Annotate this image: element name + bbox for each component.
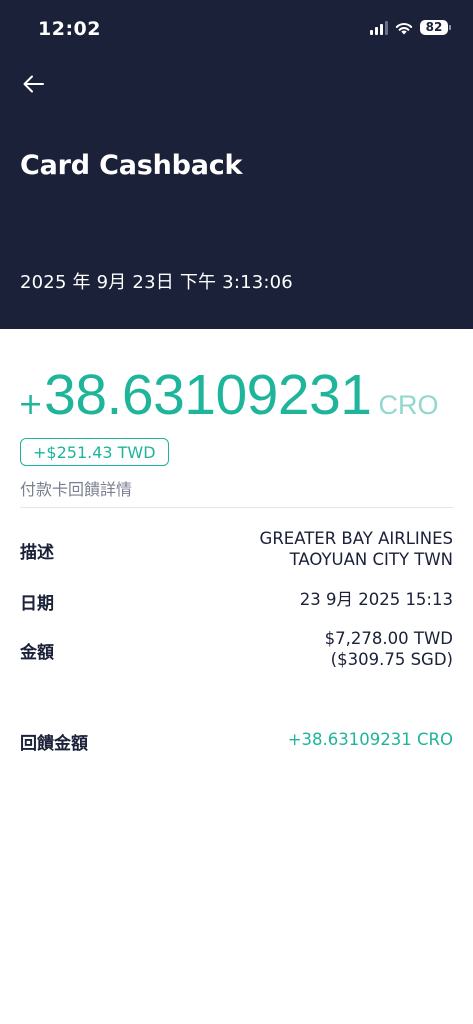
date-label: 日期 xyxy=(20,594,54,614)
amount-value: 38.63109231 xyxy=(44,363,372,427)
battery-level: 82 xyxy=(420,20,448,35)
arrow-left-icon xyxy=(23,75,44,93)
fiat-value-badge: +$251.43 TWD xyxy=(20,438,169,466)
transaction-datetime: 2025 年 9月 23日 下午 3:13:06 xyxy=(20,272,293,293)
signal-icon xyxy=(370,20,388,35)
amount-detail-value: $7,278.00 TWD ($309.75 SGD) xyxy=(325,628,453,670)
description-label: 描述 xyxy=(20,543,54,563)
battery-icon: 82 xyxy=(420,20,451,35)
detail-subtitle: 付款卡回饋詳情 xyxy=(20,480,133,499)
header: 12:02 82 Card Cashback 2025 年 9月 23日 下午 … xyxy=(0,0,473,329)
wifi-icon xyxy=(395,22,413,34)
amount-unit: CRO xyxy=(378,390,439,420)
status-time: 12:02 xyxy=(38,18,101,40)
status-icons: 82 xyxy=(370,20,451,35)
reward-label: 回饋金額 xyxy=(20,734,88,754)
description-line-1: GREATER BAY AIRLINES xyxy=(259,529,453,548)
amount-label: 金額 xyxy=(20,643,54,663)
page-title: Card Cashback xyxy=(20,150,243,181)
description-value: GREATER BAY AIRLINES TAOYUAN CITY TWN xyxy=(260,528,453,570)
reward-value: +38.63109231 CRO xyxy=(287,730,453,749)
amount-line-2: ($309.75 SGD) xyxy=(330,650,453,669)
date-value: 23 9月 2025 15:13 xyxy=(299,590,453,609)
divider xyxy=(20,507,453,508)
back-button[interactable] xyxy=(20,70,50,98)
amount-sign: + xyxy=(18,387,44,422)
description-line-2: TAOYUAN CITY TWN xyxy=(289,550,453,569)
amount-line-1: $7,278.00 TWD xyxy=(324,629,453,648)
cashback-amount: + 38.63109231 CRO xyxy=(18,362,438,428)
